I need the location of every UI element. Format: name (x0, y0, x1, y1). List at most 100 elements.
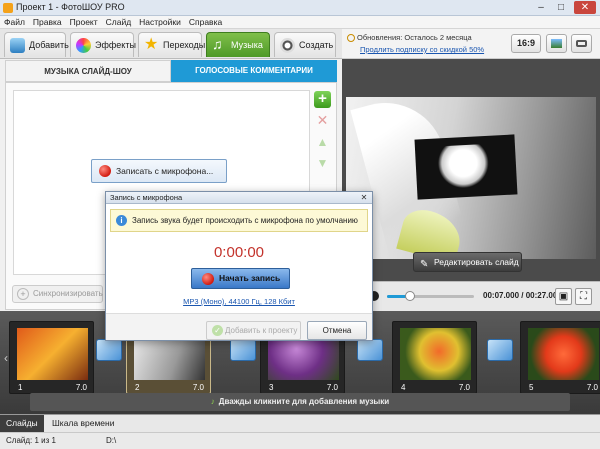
minimize-button[interactable]: – (532, 1, 550, 14)
sync-label: Синхронизировать (33, 289, 103, 298)
title-bar: Проект 1 - ФотоШОУ PRO – □ ✕ (0, 0, 600, 16)
dialog-footer: ✓ Добавить к проекту Отмена (106, 313, 372, 340)
subtab-voice-comments[interactable]: ГОЛОСОВЫЕ КОММЕНТАРИИ (171, 60, 337, 82)
main-tabs: Добавить Эффекты ★ Переходы ♫ Музыка Соз… (0, 29, 342, 59)
transition-thumb[interactable] (487, 339, 513, 361)
start-recording-label: Начать запись (219, 273, 281, 283)
preview-image (346, 97, 596, 259)
music-hint: Дважды кликните для добавления музыки (218, 397, 390, 406)
dialog-title: Запись с микрофона ✕ (106, 192, 372, 204)
slide-image (17, 328, 88, 380)
tab-add-label: Добавить (29, 40, 69, 50)
seek-handle[interactable] (404, 291, 415, 301)
info-icon: i (116, 215, 127, 226)
updates-panel: Обновления: Осталось 2 месяца Продлить п… (342, 29, 600, 59)
move-down-icon[interactable]: ▼ (314, 155, 331, 172)
cancel-button[interactable]: Отмена (307, 321, 367, 340)
music-track[interactable]: ♪ Дважды кликните для добавления музыки (30, 393, 570, 411)
record-icon (202, 273, 214, 285)
tab-transitions[interactable]: ★ Переходы (138, 32, 206, 57)
menu-edit[interactable]: Правка (29, 16, 66, 29)
preview-settings-button[interactable] (546, 34, 567, 53)
aspect-ratio-button[interactable]: 16:9 (511, 34, 541, 53)
slide-number: 1 (18, 383, 23, 392)
tab-slides[interactable]: Слайды (0, 415, 44, 432)
player-bar: 00:07.000 / 00:27.000 ▣ ⛶ (342, 281, 600, 311)
menu-project[interactable]: Проект (66, 16, 102, 29)
move-up-icon[interactable]: ▲ (314, 134, 331, 151)
slide-image (528, 328, 599, 380)
settings-button[interactable] (571, 34, 592, 53)
menu-slide[interactable]: Слайд (102, 16, 136, 29)
audio-format-link[interactable]: MP3 (Моно), 44100 Гц, 128 Кбит (106, 297, 372, 306)
window-title: Проект 1 - ФотоШОУ PRO (16, 2, 125, 12)
add-to-project-label: Добавить к проекту (225, 326, 298, 335)
record-timer: 0:00:00 (213, 244, 265, 261)
record-icon (99, 165, 111, 177)
record-dialog: Запись с микрофона ✕ i Запись звука буде… (105, 191, 373, 341)
tab-transitions-label: Переходы (163, 40, 206, 50)
tab-effects[interactable]: Эффекты (70, 32, 136, 57)
edit-slide-label: Редактировать слайд (434, 257, 519, 267)
maximize-button[interactable]: □ (552, 1, 570, 14)
transition-thumb[interactable] (230, 339, 256, 361)
camera-icon[interactable]: ▣ (555, 288, 572, 305)
menu-help[interactable]: Справка (185, 16, 226, 29)
seek-bar[interactable] (387, 291, 474, 301)
edit-slide-button[interactable]: ✎ Редактировать слайд (413, 252, 522, 272)
time-readout: 00:07.000 / 00:27.000 (483, 291, 562, 300)
slide-number: 3 (269, 383, 274, 392)
slide-duration: 7.0 (326, 383, 338, 392)
view-tabs: Слайды Шкала времени (0, 414, 600, 432)
slide-thumb[interactable]: 4 7.0 (392, 321, 477, 394)
tab-music[interactable]: ♫ Музыка (206, 32, 270, 57)
slide-thumb[interactable]: 1 7.0 (9, 321, 94, 394)
slide-thumb[interactable]: 5 7.0 (520, 321, 600, 394)
slide-duration: 7.0 (586, 383, 598, 392)
menu-settings[interactable]: Настройки (135, 16, 185, 29)
tab-add[interactable]: Добавить (4, 32, 69, 57)
slide-duration: 7.0 (192, 383, 204, 392)
slide-duration: 7.0 (75, 383, 87, 392)
dialog-info: i Запись звука будет происходить с микро… (110, 209, 368, 232)
menu-bar: Файл Правка Проект Слайд Настройки Справка (0, 16, 600, 29)
start-recording-button[interactable]: Начать запись (191, 268, 290, 289)
music-subtabs: МУЗЫКА СЛАЙД-ШОУ ГОЛОСОВЫЕ КОММЕНТАРИИ (5, 60, 337, 82)
preview-area (342, 59, 600, 281)
updates-status: Обновления: Осталось 2 месяца (357, 33, 472, 42)
renew-subscription-link[interactable]: Продлить подписку со скидкой 50% (360, 45, 484, 54)
status-bar: Слайд: 1 из 1 D:\ (0, 432, 600, 449)
star-icon: ★ (144, 36, 159, 53)
subtab-slideshow-music[interactable]: МУЗЫКА СЛАЙД-ШОУ (5, 60, 171, 82)
scroll-left-icon[interactable]: ‹ (4, 351, 8, 365)
tab-create[interactable]: Создать (274, 32, 336, 57)
slide-number: 4 (401, 383, 406, 392)
music-note-icon: ♪ (210, 397, 215, 406)
dialog-title-text: Запись с микрофона (110, 193, 183, 202)
tab-timeline[interactable]: Шкала времени (46, 415, 120, 432)
sync-button[interactable]: + Синхронизировать (12, 285, 103, 303)
transition-thumb[interactable] (96, 339, 122, 361)
monitor-icon (576, 40, 587, 47)
delete-icon[interactable]: ✕ (314, 112, 331, 129)
record-mic-label: Записать с микрофона... (116, 166, 214, 176)
add-to-project-button[interactable]: ✓ Добавить к проекту (206, 321, 301, 340)
slide-image (400, 328, 471, 380)
dialog-close-button[interactable]: ✕ (359, 193, 369, 202)
menu-file[interactable]: Файл (0, 16, 29, 29)
music-icon: ♫ (212, 36, 223, 52)
record-mic-button[interactable]: Записать с микрофона... (91, 159, 227, 183)
slide-number: 5 (529, 383, 534, 392)
check-icon: ✓ (212, 325, 223, 336)
status-path: D:\ (106, 436, 117, 445)
tab-music-label: Музыка (231, 40, 263, 50)
slide-duration: 7.0 (458, 383, 470, 392)
add-icon[interactable]: + (314, 91, 331, 108)
transition-thumb[interactable] (357, 339, 383, 361)
fullscreen-icon[interactable]: ⛶ (575, 288, 592, 305)
tab-effects-label: Эффекты (95, 40, 136, 50)
close-button[interactable]: ✕ (574, 1, 596, 14)
status-slide: Слайд: 1 из 1 (6, 436, 56, 445)
clock-icon (347, 34, 355, 42)
film-reel-icon (280, 38, 295, 53)
